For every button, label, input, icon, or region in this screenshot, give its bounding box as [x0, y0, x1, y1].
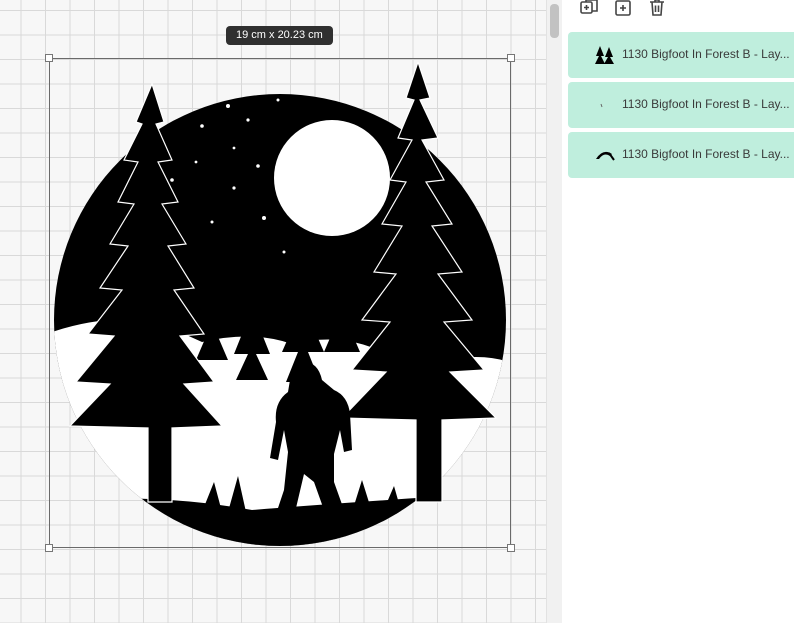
layer-label: 1130 Bigfoot In Forest B - Lay... — [622, 97, 790, 111]
design-canvas[interactable]: 19 cm x 20.23 cm — [0, 0, 546, 623]
scrollbar-thumb[interactable] — [550, 4, 559, 38]
layer-item[interactable]: 1130 Bigfoot In Forest B - Lay... — [568, 32, 794, 78]
layers-toolbar — [562, 0, 794, 22]
layers-panel: 1130 Bigfoot In Forest B - Lay... 1130 B… — [562, 0, 794, 623]
delete-button[interactable] — [647, 0, 667, 18]
group-button[interactable] — [613, 0, 633, 18]
layer-label: 1130 Bigfoot In Forest B - Lay... — [622, 147, 790, 161]
resize-handle-bottom-left[interactable] — [45, 544, 53, 552]
duplicate-icon — [580, 0, 598, 14]
resize-handle-bottom-right[interactable] — [507, 544, 515, 552]
duplicate-button[interactable] — [579, 0, 599, 18]
layer-label: 1130 Bigfoot In Forest B - Lay... — [622, 47, 790, 61]
selection-bounding-box[interactable] — [45, 54, 515, 552]
group-icon — [615, 0, 631, 16]
arc-thumbnail-icon — [596, 151, 615, 161]
layer-item[interactable]: 1130 Bigfoot In Forest B - Lay... — [568, 82, 794, 128]
resize-handle-top-right[interactable] — [507, 54, 515, 62]
dimensions-badge: 19 cm x 20.23 cm — [226, 26, 333, 45]
canvas-scrollbar[interactable] — [546, 0, 562, 623]
small-mark-thumbnail-icon — [600, 103, 603, 108]
delete-icon — [650, 0, 664, 16]
tree-thumbnail-icon — [595, 46, 614, 64]
layer-item[interactable]: 1130 Bigfoot In Forest B - Lay... — [568, 132, 794, 178]
resize-handle-top-left[interactable] — [45, 54, 53, 62]
